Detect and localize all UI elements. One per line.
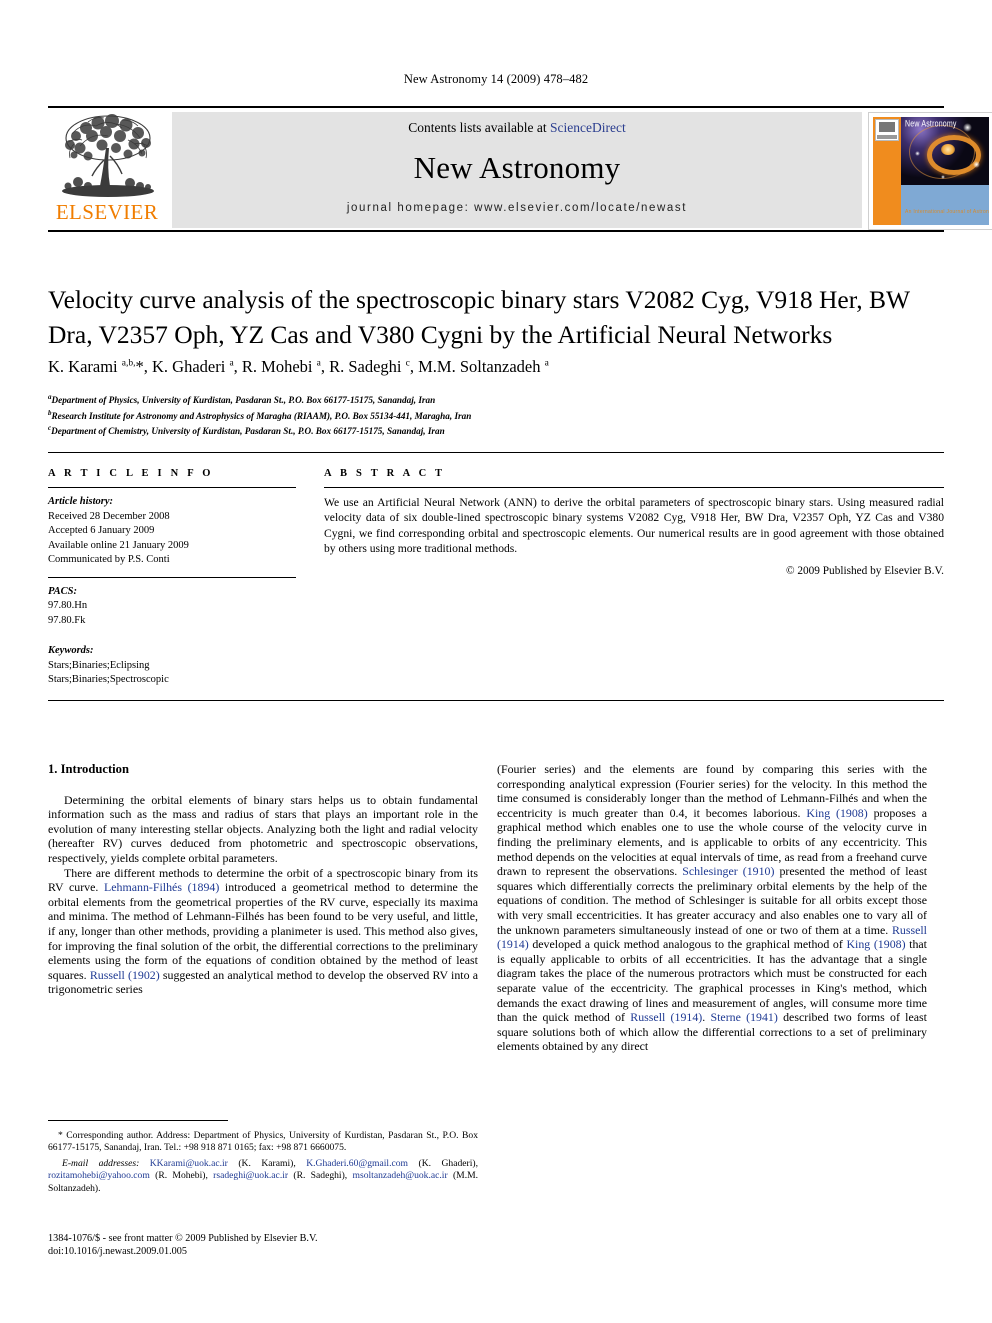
history-item: Communicated by P.S. Conti — [48, 554, 170, 565]
pacs-item: 97.80.Fk — [48, 614, 86, 626]
email-addresses-note: E-mail addresses: KKarami@uok.ac.ir (K. … — [48, 1157, 479, 1194]
journal-title: New Astronomy — [413, 150, 621, 185]
journal-masthead: ELSEVIER Contents lists available at Sci… — [48, 106, 992, 232]
body-column-left: 1. Introduction Determining the orbital … — [48, 762, 478, 997]
imprint-doi-line: doi:10.1016/j.newast.2009.01.005 — [48, 1246, 187, 1257]
contents-available-line: Contents lists available at ScienceDirec… — [172, 120, 862, 136]
paragraph: (Fourier series) and the elements are fo… — [497, 762, 928, 1054]
pacs-label: PACS: — [48, 585, 77, 597]
pacs-divider-rule — [48, 576, 296, 578]
footnote-rule — [48, 1120, 228, 1121]
cover-blue-band — [901, 185, 989, 225]
email-link[interactable]: KKarami@uok.ac.ir — [150, 1158, 228, 1169]
email-link[interactable]: K.Ghaderi.60@gmail.com — [306, 1158, 408, 1169]
article-history-label: Article history: — [48, 496, 114, 507]
corresponding-author-note: * Corresponding author. Address: Departm… — [48, 1130, 478, 1154]
email-link[interactable]: msoltanzadeh@uok.ac.ir — [353, 1170, 448, 1181]
page-title: Velocity curve analysis of the spectrosc… — [48, 285, 910, 349]
citation-link-schlesinger-1910[interactable]: Schlesinger (1910) — [682, 864, 774, 878]
imprint-block: 1384-1076/$ - see front matter © 2009 Pu… — [48, 1232, 478, 1258]
info-section-top-rule — [48, 452, 944, 453]
keyword-item: Stars;Binaries;Spectroscopic — [48, 674, 169, 685]
email-owner: (K. Ghaderi) — [418, 1157, 476, 1169]
masthead-bottom-rule — [48, 230, 944, 232]
affiliation-item: bResearch Institute for Astronomy and As… — [48, 408, 472, 421]
paragraph: There are different methods to determine… — [48, 865, 478, 997]
pacs-item: 97.80.Hn — [48, 600, 88, 611]
keywords-label: Keywords: — [48, 645, 94, 656]
contents-prefix: Contents lists available at — [408, 120, 550, 135]
keywords-block: Keywords: Stars;Binaries;Eclipsing Stars… — [48, 644, 296, 688]
article-info-rule — [48, 487, 296, 488]
masthead-top-rule — [48, 106, 944, 108]
citation-link-sterne-1941[interactable]: Sterne (1941) — [711, 1010, 778, 1024]
history-item: Available online 21 January 2009 — [48, 539, 189, 551]
pacs-block: PACS: 97.80.Hn 97.80.Fk — [48, 585, 296, 629]
sciencedirect-link[interactable]: ScienceDirect — [550, 120, 626, 135]
section-heading-introduction: 1. Introduction — [48, 762, 129, 776]
affiliation-item: aDepartment of Physics, University of Ku… — [48, 393, 436, 406]
journal-cover-thumbnail[interactable]: New Astronomy An International Journal o… — [868, 112, 992, 230]
abstract-column: A B S T R A C T We use an Artificial Neu… — [324, 468, 944, 577]
cover-title: New Astronomy — [905, 119, 957, 130]
cover-subtitle: An International Journal of Astronomy an… — [905, 209, 989, 215]
email-owner: (R. Mohebi) — [155, 1170, 206, 1182]
history-item: Received 28 December 2008 — [48, 510, 170, 522]
article-info-heading: A R T I C L E I N F O — [48, 468, 214, 479]
running-head: New Astronomy 14 (2009) 478–482 — [403, 72, 589, 86]
imprint-issn-line: 1384-1076/$ - see front matter © 2009 Pu… — [48, 1233, 318, 1244]
citation-link-king-1908[interactable]: King (1908) — [806, 806, 867, 820]
abstract-copyright: © 2009 Published by Elsevier B.V. — [785, 564, 944, 577]
affiliation-item: cDepartment of Chemistry, University of … — [48, 424, 445, 437]
abstract-text: We use an Artificial Neural Network (ANN… — [324, 496, 944, 556]
keyword-item: Stars;Binaries;Eclipsing — [48, 659, 150, 671]
article-history-block: Article history: Received 28 December 20… — [48, 495, 296, 568]
email-owner: (R. Sadeghi) — [293, 1170, 345, 1182]
abstract-rule — [324, 487, 944, 488]
abstract-heading: A B S T R A C T — [324, 468, 446, 479]
paragraph: Determining the orbital elements of bina… — [48, 792, 478, 865]
email-link[interactable]: rsadeghi@uok.ac.ir — [213, 1170, 288, 1181]
citation-link-king-1908b[interactable]: King (1908) — [846, 937, 905, 951]
citation-link-russell-1914b[interactable]: Russell (1914) — [630, 1010, 702, 1024]
author-list: K. Karami a,b,*, K. Ghaderi a, R. Mohebi… — [48, 357, 549, 376]
body-column-right: (Fourier series) and the elements are fo… — [497, 762, 927, 1054]
email-label: E-mail addresses: — [62, 1157, 140, 1169]
email-owner: (K. Karami) — [238, 1157, 294, 1169]
affiliation-list: aDepartment of Physics, University of Ku… — [48, 391, 948, 438]
email-link[interactable]: rozitamohebi@yahoo.com — [48, 1170, 150, 1181]
footnote-block: * Corresponding author. Address: Departm… — [48, 1130, 478, 1195]
history-item: Accepted 6 January 2009 — [48, 525, 155, 536]
citation-link-lehmann-filhes-1894[interactable]: Lehmann-Filhés (1894) — [104, 880, 219, 894]
article-info-column: A R T I C L E I N F O Article history: R… — [48, 468, 296, 688]
elsevier-logo: ELSEVIER — [48, 112, 168, 228]
info-section-bottom-rule — [48, 700, 944, 701]
article-page: New Astronomy 14 (2009) 478–482 ELSEVIER… — [0, 0, 992, 1323]
citation-link-russell-1902[interactable]: Russell (1902) — [90, 968, 160, 982]
elsevier-tree-icon — [62, 114, 154, 197]
elsevier-wordmark: ELSEVIER — [55, 200, 159, 224]
journal-homepage-link[interactable]: journal homepage: www.elsevier.com/locat… — [172, 202, 862, 214]
cover-elsevier-logo — [875, 119, 899, 141]
